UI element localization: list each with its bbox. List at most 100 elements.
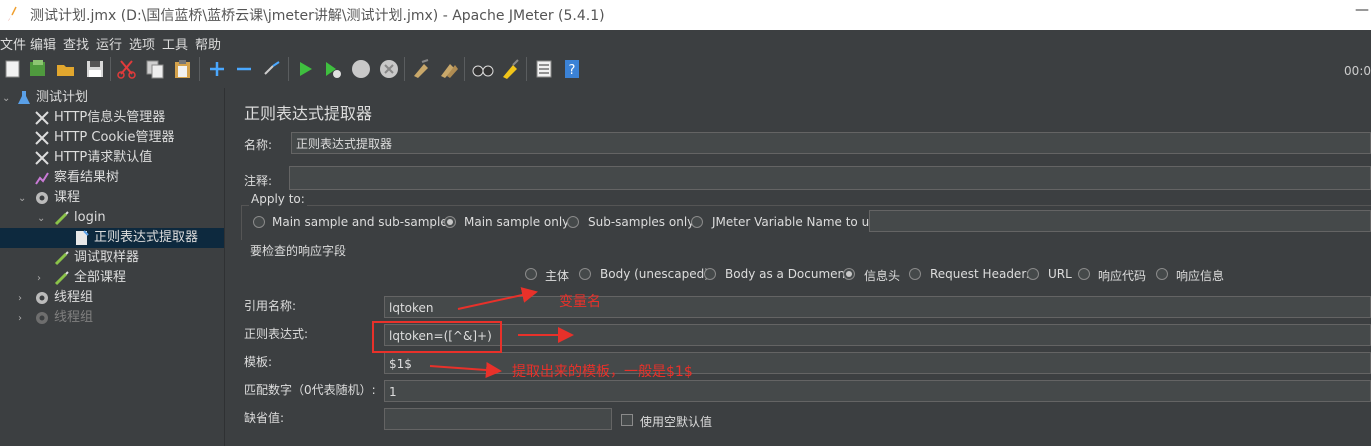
chevron-right-icon[interactable]: ›	[18, 294, 28, 304]
apply-sub-only-radio[interactable]	[567, 216, 579, 228]
match-no-field[interactable]: 1	[384, 380, 1371, 402]
regex-extractor-panel: 正则表达式提取器 名称: 正则表达式提取器 注释: Apply to: Main…	[233, 88, 1371, 446]
menu-tools[interactable]: 工具	[162, 34, 188, 53]
name-field[interactable]: 正则表达式提取器	[291, 132, 1371, 154]
menu-run[interactable]: 运行	[96, 34, 122, 53]
toolbar-separator	[464, 57, 465, 81]
menu-help[interactable]: 帮助	[195, 34, 221, 53]
menu-file[interactable]: 文件	[0, 34, 26, 53]
apply-main-only-radio[interactable]	[444, 216, 456, 228]
function-helper-icon[interactable]	[533, 58, 555, 80]
pipette-icon	[54, 270, 69, 285]
tree-node-all-courses[interactable]: 全部课程	[54, 268, 126, 288]
field-body-document-radio[interactable]	[704, 268, 716, 280]
chevron-down-icon[interactable]: ⌄	[37, 214, 47, 224]
menu-options[interactable]: 选项	[129, 34, 155, 53]
shutdown-icon[interactable]	[378, 58, 400, 80]
apply-main-only-label: Main sample only	[464, 215, 570, 229]
gear-icon	[36, 191, 48, 204]
name-label: 名称:	[244, 138, 273, 152]
toolbar-separator	[110, 57, 111, 81]
toolbar-separator	[404, 57, 405, 81]
cut-icon[interactable]	[116, 58, 138, 80]
apply-main-and-sub-radio[interactable]	[253, 216, 265, 228]
clear-icon[interactable]	[410, 58, 432, 80]
help-icon[interactable]: ?	[561, 58, 583, 80]
regex-field[interactable]: lqtoken=([^&]+)	[384, 324, 1371, 346]
svg-text:?: ?	[569, 63, 576, 78]
wrench-icon	[35, 130, 49, 145]
tree-node-course-group[interactable]: 课程	[34, 188, 80, 208]
default-value-field[interactable]	[384, 408, 612, 430]
chevron-down-icon[interactable]: ⌄	[18, 194, 28, 204]
comment-label: 注释:	[244, 174, 273, 188]
tree-node-http-cookie-manager[interactable]: HTTP Cookie管理器	[34, 128, 175, 148]
tree-node-http-defaults[interactable]: HTTP请求默认值	[34, 148, 152, 168]
apply-main-and-sub-label: Main sample and sub-samples	[272, 215, 454, 229]
gear-icon	[36, 291, 48, 304]
gear-icon	[36, 311, 48, 324]
chevron-right-icon[interactable]: ›	[37, 274, 47, 284]
expand-icon[interactable]	[206, 58, 228, 80]
jmeter-variable-name-field[interactable]	[869, 210, 1371, 232]
new-icon[interactable]	[2, 58, 24, 80]
match-no-label: 匹配数字（0代表随机）:	[244, 383, 376, 397]
field-to-check-label: 要检查的响应字段	[250, 244, 347, 258]
collapse-icon[interactable]	[233, 58, 255, 80]
comment-field[interactable]	[289, 166, 1371, 190]
chevron-right-icon[interactable]: ›	[18, 314, 28, 324]
field-body-unescaped-radio[interactable]	[579, 268, 591, 280]
reference-name-field[interactable]: lqtoken	[384, 296, 1371, 318]
use-empty-default-checkbox[interactable]	[621, 414, 633, 426]
field-url-radio[interactable]	[1027, 268, 1039, 280]
clear-all-icon[interactable]	[438, 58, 460, 80]
document-icon	[76, 229, 89, 245]
tree-node-regex-extractor[interactable]: 正则表达式提取器	[0, 228, 224, 248]
field-body-radio[interactable]	[525, 268, 537, 280]
start-no-pause-icon[interactable]	[321, 58, 343, 80]
menu-search[interactable]: 查找	[63, 34, 89, 53]
binoculars-icon[interactable]	[472, 58, 494, 80]
pipette-icon	[54, 210, 69, 225]
tree-node-debug-sampler[interactable]: 调试取样器	[54, 248, 139, 268]
toolbar-separator	[288, 57, 289, 81]
test-plan-tree: ⌄ 测试计划 HTTP信息头管理器 HTTP Cookie管理器 HTTP请求默…	[0, 88, 224, 446]
menu-bar: 文件 编辑 查找 运行 选项 工具 帮助	[0, 30, 1371, 53]
apply-jmeter-variable-radio[interactable]	[691, 216, 703, 228]
tree-node-thread-group[interactable]: 线程组	[34, 288, 93, 308]
default-value-label: 缺省值:	[244, 411, 285, 425]
paste-icon[interactable]	[172, 58, 194, 80]
tree-node-login[interactable]: login	[54, 208, 106, 228]
field-body-document-label: Body as a Document	[725, 267, 850, 281]
toggle-icon[interactable]	[261, 58, 283, 80]
field-request-headers-label: Request Headers	[930, 267, 1033, 281]
start-icon[interactable]	[294, 58, 316, 80]
flask-icon	[18, 90, 30, 104]
tree-node-test-plan[interactable]: 测试计划	[16, 88, 88, 108]
field-response-code-radio[interactable]	[1078, 268, 1090, 280]
open-icon[interactable]	[55, 58, 77, 80]
copy-icon[interactable]	[144, 58, 166, 80]
tree-node-http-header-manager[interactable]: HTTP信息头管理器	[34, 108, 165, 128]
field-headers-label: 信息头	[864, 269, 901, 283]
regex-label: 正则表达式:	[244, 327, 309, 341]
template-annotation: 提取出来的模板，一般是$1$	[512, 364, 693, 380]
stop-icon[interactable]	[350, 58, 372, 80]
field-response-message-radio[interactable]	[1156, 268, 1168, 280]
toolbar: ? 00:0	[0, 52, 1371, 89]
wrench-icon	[35, 110, 49, 125]
tree-node-view-results-tree[interactable]: 察看结果树	[34, 168, 119, 188]
reset-search-icon[interactable]	[500, 58, 522, 80]
apply-jmeter-variable-label: JMeter Variable Name to use	[712, 215, 883, 229]
field-url-label: URL	[1048, 267, 1072, 281]
field-headers-radio[interactable]	[843, 268, 855, 280]
save-icon[interactable]	[84, 58, 106, 80]
templates-icon[interactable]	[27, 58, 49, 80]
minimize-button[interactable]: —	[1355, 2, 1369, 18]
menu-edit[interactable]: 编辑	[30, 34, 56, 53]
field-response-code-label: 响应代码	[1098, 269, 1147, 283]
tree-node-thread-group-disabled[interactable]: 线程组	[34, 308, 93, 328]
field-request-headers-radio[interactable]	[909, 268, 921, 280]
variable-name-annotation: 变量名	[559, 294, 601, 310]
chevron-down-icon[interactable]: ⌄	[2, 94, 12, 104]
